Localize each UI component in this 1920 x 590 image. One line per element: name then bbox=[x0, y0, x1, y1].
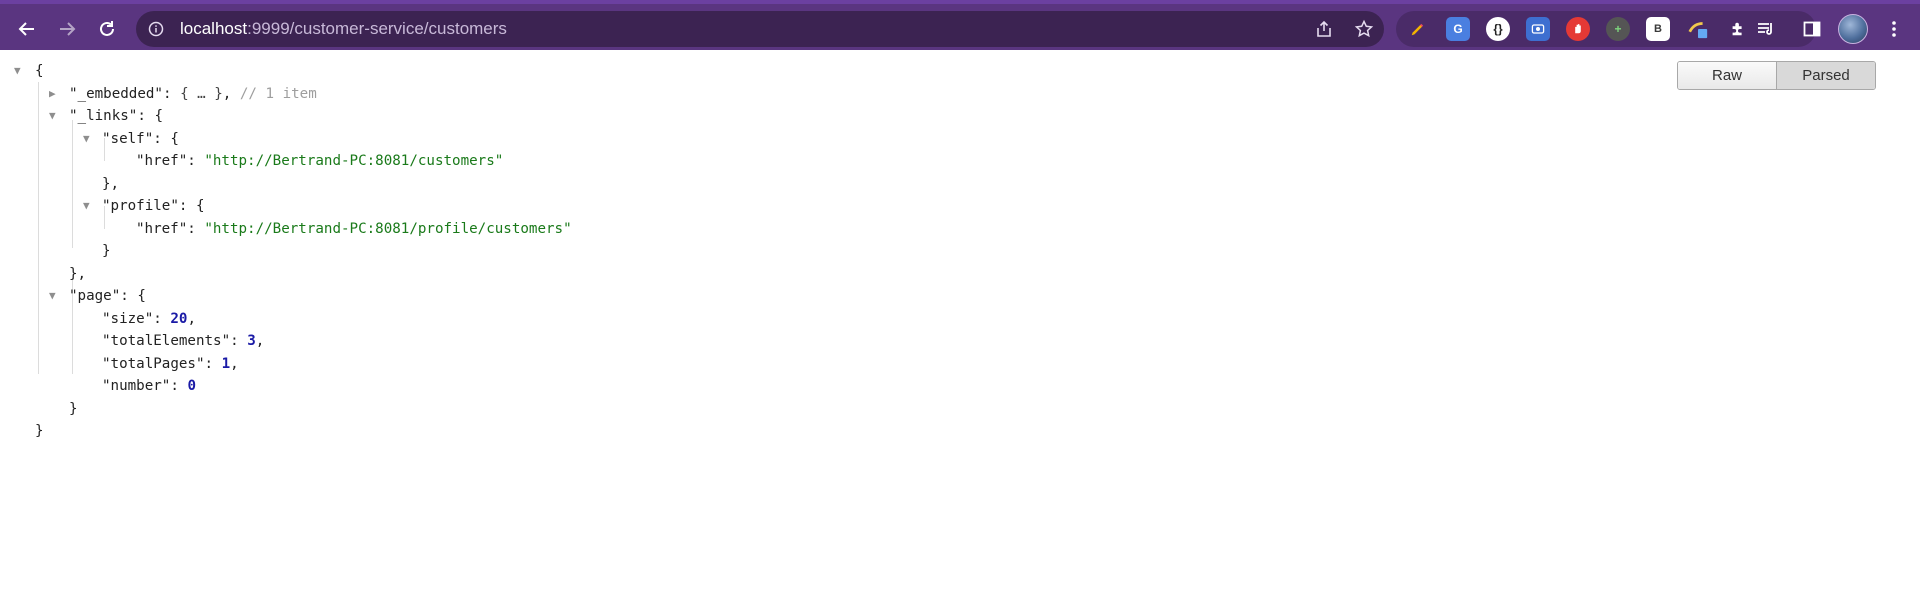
json-line: "self": { bbox=[102, 130, 179, 147]
color-picker-extension-icon[interactable] bbox=[1686, 17, 1710, 41]
open-brace: { bbox=[170, 130, 179, 147]
reading-list-button[interactable] bbox=[1756, 11, 1776, 47]
close-brace: } bbox=[35, 423, 44, 439]
total-pages-value: 1 bbox=[221, 355, 231, 372]
browser-toolbar: localhost:9999/customer-service/customer… bbox=[0, 0, 1920, 50]
json-line: } bbox=[102, 240, 111, 263]
open-brace: { bbox=[195, 198, 205, 214]
avatar bbox=[1838, 14, 1868, 44]
collapse-toggle-icon[interactable]: ▼ bbox=[14, 60, 21, 83]
href-key: "href" bbox=[136, 153, 188, 169]
json-line: "totalElements": 3, bbox=[102, 333, 265, 349]
view-toggle: Raw Parsed bbox=[1677, 61, 1876, 90]
json-line: } bbox=[69, 398, 78, 421]
open-brace: { bbox=[154, 108, 163, 124]
json-line: "totalPages": 1, bbox=[102, 355, 239, 372]
raw-button[interactable]: Raw bbox=[1678, 62, 1776, 89]
indent-guide bbox=[72, 120, 73, 248]
json-line: "profile": { bbox=[102, 198, 205, 214]
profile-href-value[interactable]: "http://Bertrand-PC:8081/profile/custome… bbox=[204, 221, 571, 237]
total-elements-value: 3 bbox=[247, 333, 256, 349]
open-brace: { bbox=[137, 288, 146, 304]
json-line: "_embedded": { … }, // 1 item bbox=[69, 85, 317, 102]
pen-extension-icon[interactable] bbox=[1406, 17, 1430, 41]
page-key: "page" bbox=[69, 288, 121, 304]
profile-button[interactable] bbox=[1838, 11, 1868, 47]
close-brace: } bbox=[69, 265, 78, 282]
plus-extension-icon[interactable]: + bbox=[1606, 17, 1630, 41]
size-value: 20 bbox=[170, 310, 188, 327]
json-line: "href": "http://Bertrand-PC:8081/custome… bbox=[136, 153, 504, 169]
open-brace: { bbox=[35, 63, 44, 79]
close-brace: } bbox=[69, 400, 78, 417]
self-href-value[interactable]: "http://Bertrand-PC:8081/customers" bbox=[204, 153, 503, 169]
json-viewer-icon[interactable]: {} bbox=[1486, 17, 1510, 41]
close-brace: } bbox=[102, 175, 111, 192]
browser-menu-button[interactable] bbox=[1884, 11, 1904, 47]
address-bar[interactable]: localhost:9999/customer-service/customer… bbox=[136, 11, 1384, 47]
reading-list-icon bbox=[1758, 23, 1772, 35]
collapse-toggle-icon[interactable]: ▼ bbox=[49, 285, 56, 308]
expand-toggle-icon[interactable]: ▶ bbox=[49, 83, 56, 106]
url-host: localhost bbox=[180, 19, 248, 38]
url-text: localhost:9999/customer-service/customer… bbox=[180, 19, 507, 39]
page-content: Raw Parsed ▼ { ▶ "_embedded": { … }, // … bbox=[0, 50, 1920, 590]
json-line: "page": { bbox=[69, 288, 146, 304]
links-key: "_links" bbox=[69, 108, 138, 124]
href-key: "href" bbox=[136, 220, 188, 237]
json-line: { bbox=[35, 60, 44, 83]
json-line: } bbox=[35, 420, 44, 443]
reload-icon bbox=[100, 21, 114, 36]
number-key: "number" bbox=[102, 378, 171, 394]
json-line: "number": 0 bbox=[102, 378, 196, 394]
site-info-icon[interactable] bbox=[148, 21, 164, 37]
indent-guide bbox=[38, 82, 39, 374]
side-panel-button[interactable] bbox=[1802, 11, 1822, 47]
close-brace: } bbox=[102, 243, 111, 259]
json-line: "size": 20, bbox=[102, 310, 196, 327]
bookmark-star-icon[interactable] bbox=[1354, 19, 1374, 39]
total-elements-key: "totalElements" bbox=[102, 333, 231, 349]
extensions-bar: G {} + B bbox=[1396, 11, 1816, 47]
forward-arrow-icon bbox=[60, 22, 76, 36]
self-key: "self" bbox=[102, 130, 154, 147]
embedded-collapsed[interactable]: { … } bbox=[180, 86, 223, 102]
back-button[interactable] bbox=[9, 11, 45, 47]
b-extension-icon[interactable]: B bbox=[1646, 17, 1670, 41]
url-path: :9999/customer-service/customers bbox=[247, 19, 507, 38]
share-icon[interactable] bbox=[1314, 19, 1334, 39]
stop-hand-icon[interactable] bbox=[1566, 17, 1590, 41]
profile-key: "profile" bbox=[102, 198, 179, 214]
json-line: }, bbox=[102, 175, 120, 192]
size-key: "size" bbox=[102, 310, 154, 327]
json-line: "href": "http://Bertrand-PC:8081/profile… bbox=[136, 220, 572, 237]
forward-button[interactable] bbox=[49, 11, 85, 47]
embedded-comment: // 1 item bbox=[239, 85, 317, 102]
embedded-key: "_embedded" bbox=[69, 85, 163, 102]
kebab-menu-icon bbox=[1892, 21, 1896, 37]
total-pages-key: "totalPages" bbox=[102, 355, 205, 372]
side-panel-icon bbox=[1803, 21, 1821, 37]
json-line: "_links": { bbox=[69, 108, 163, 124]
collapse-toggle-icon[interactable]: ▼ bbox=[83, 195, 90, 218]
parsed-button[interactable]: Parsed bbox=[1776, 62, 1875, 89]
reload-button[interactable] bbox=[89, 11, 125, 47]
json-line: }, bbox=[69, 265, 87, 282]
extensions-puzzle-icon[interactable] bbox=[1726, 17, 1750, 41]
screen-capture-icon[interactable] bbox=[1526, 17, 1550, 41]
google-translate-icon[interactable]: G bbox=[1446, 17, 1470, 41]
collapse-toggle-icon[interactable]: ▼ bbox=[83, 128, 90, 151]
back-arrow-icon bbox=[18, 22, 34, 36]
number-value: 0 bbox=[187, 378, 196, 394]
collapse-toggle-icon[interactable]: ▼ bbox=[49, 105, 56, 128]
